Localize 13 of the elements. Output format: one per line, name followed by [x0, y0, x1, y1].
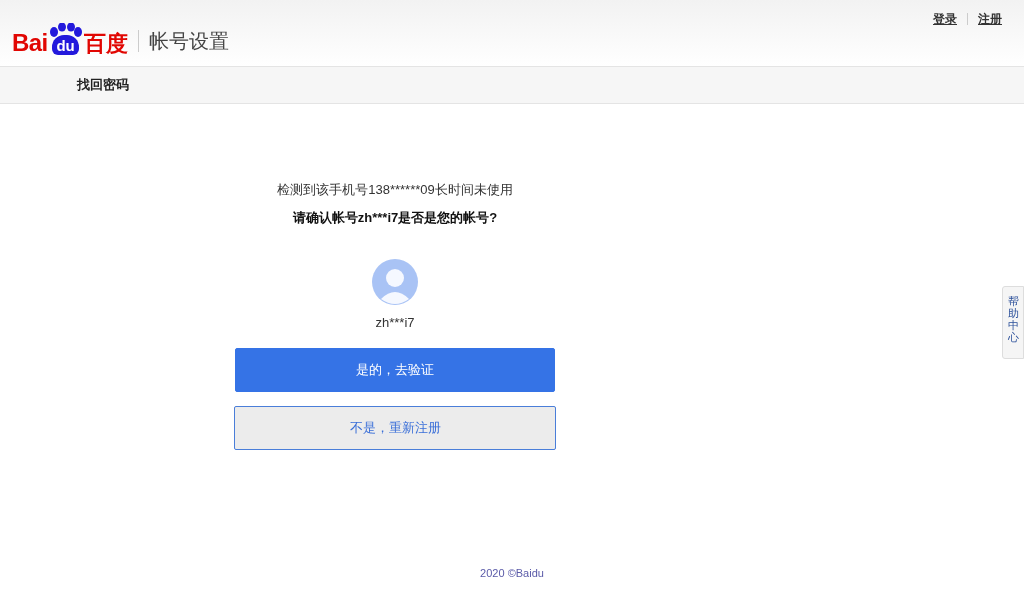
notice-text: 检测到该手机号138******09长时间未使用: [277, 181, 513, 199]
header-link[interactable]: 登录: [933, 10, 957, 28]
page-title: 帐号设置: [148, 29, 229, 54]
account-name: zh***i7: [375, 314, 415, 332]
footer-text: 2020 ©Baidu: [480, 566, 544, 581]
baidu-logo: Bai du 百度: [12, 15, 128, 55]
question-text: 请确认帐号zh***i7是否是您的帐号?: [292, 208, 498, 227]
help-center-tab[interactable]: 帮助中心: [1002, 286, 1024, 359]
confirm-button[interactable]: 是的，去验证: [235, 347, 555, 392]
header-link[interactable]: 注册: [978, 10, 1002, 28]
avatar-icon: [372, 259, 418, 305]
nav-title: 找回密码: [77, 76, 129, 95]
register-button[interactable]: 不是，重新注册: [234, 405, 556, 450]
